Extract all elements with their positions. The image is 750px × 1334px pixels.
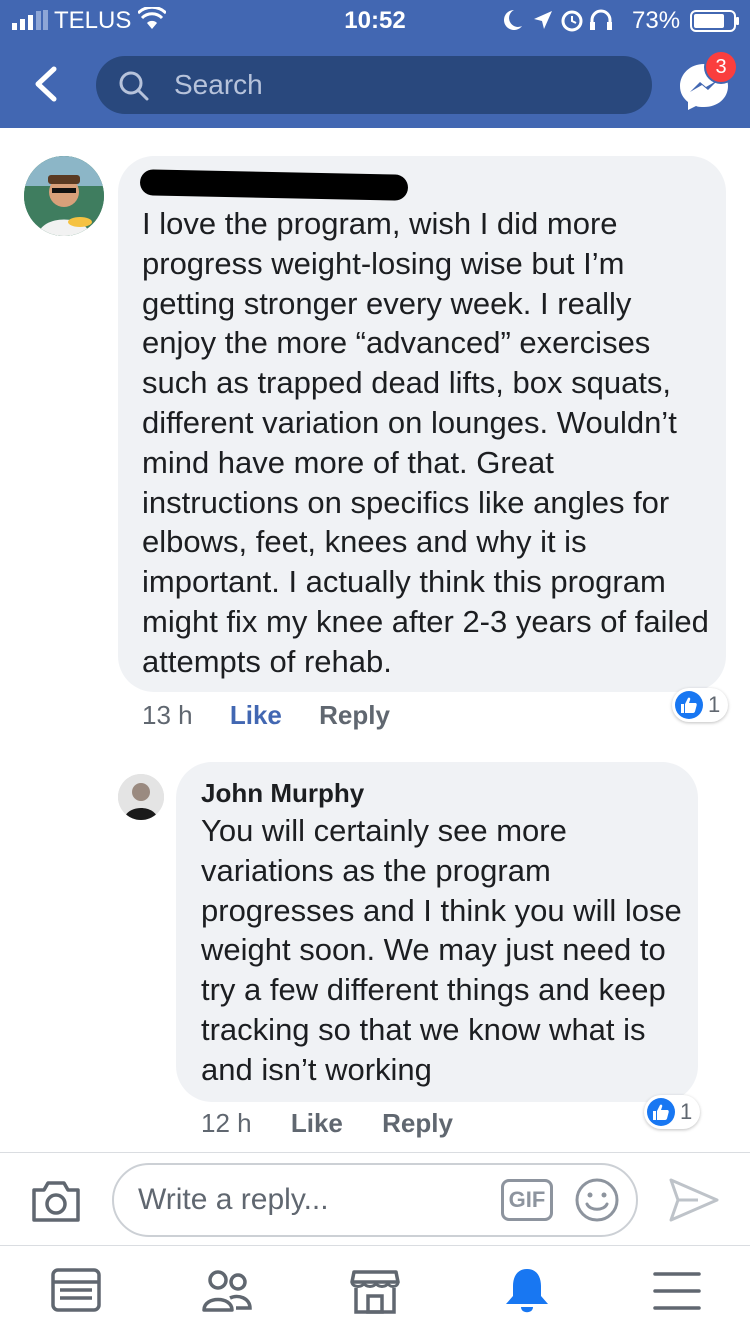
profile-photo	[118, 774, 164, 820]
thumbs-up-icon	[647, 1098, 675, 1126]
comment-author-name[interactable]: John Murphy	[201, 778, 364, 809]
send-icon[interactable]	[668, 1176, 720, 1224]
search-input[interactable]	[174, 56, 634, 114]
alarm-icon	[561, 10, 583, 32]
moon-icon	[504, 10, 522, 31]
bottom-tab-bar	[0, 1246, 750, 1334]
divider	[0, 1152, 750, 1153]
reply-composer[interactable]: GIF	[112, 1163, 638, 1237]
gif-button[interactable]: GIF	[501, 1179, 553, 1221]
comment-text: You will certainly see more variations a…	[201, 813, 682, 1087]
battery-percentage: 73%	[632, 7, 681, 34]
comment-actions: 12 h Like Reply	[201, 1108, 453, 1139]
reply-input[interactable]	[138, 1165, 498, 1235]
status-icons	[504, 9, 612, 32]
status-bar: TELUS 10:52 73%	[0, 0, 750, 40]
marketplace-icon[interactable]	[348, 1266, 402, 1316]
reaction-count: 1	[708, 692, 721, 717]
friends-icon[interactable]	[200, 1266, 254, 1316]
location-arrow-icon	[534, 11, 552, 29]
thumbs-up-icon	[675, 691, 703, 719]
headphones-icon	[590, 9, 612, 30]
camera-icon[interactable]	[30, 1178, 82, 1224]
comment-text: I love the program, wish I did more prog…	[142, 206, 709, 679]
notifications-bell-icon[interactable]	[500, 1266, 554, 1316]
reply-button[interactable]: Reply	[382, 1108, 453, 1138]
reply-button[interactable]: Reply	[319, 700, 390, 730]
menu-hamburger-icon[interactable]	[650, 1266, 704, 1316]
search-icon	[119, 71, 149, 101]
top-navigation-bar: TELUS 10:52 73% Search 3	[0, 0, 750, 128]
like-button[interactable]: Like	[230, 700, 282, 730]
battery-icon	[690, 10, 739, 32]
like-button[interactable]: Like	[291, 1108, 343, 1138]
avatar[interactable]	[118, 774, 164, 820]
reaction-summary[interactable]: 1	[644, 1095, 701, 1129]
news-feed-icon[interactable]	[50, 1266, 104, 1316]
back-arrow-icon[interactable]	[32, 66, 60, 102]
reaction-count: 1	[680, 1099, 693, 1124]
comment-actions: 13 h Like Reply	[142, 700, 390, 731]
comment-timestamp: 12 h	[201, 1108, 252, 1138]
search-bar[interactable]	[96, 56, 652, 114]
comment-timestamp: 13 h	[142, 700, 193, 730]
avatar[interactable]	[24, 156, 104, 236]
profile-photo	[24, 156, 104, 236]
emoji-icon[interactable]	[574, 1177, 620, 1223]
reaction-summary[interactable]: 1	[672, 688, 729, 722]
messenger-badge: 3	[704, 50, 738, 84]
redaction-mark	[139, 169, 409, 201]
